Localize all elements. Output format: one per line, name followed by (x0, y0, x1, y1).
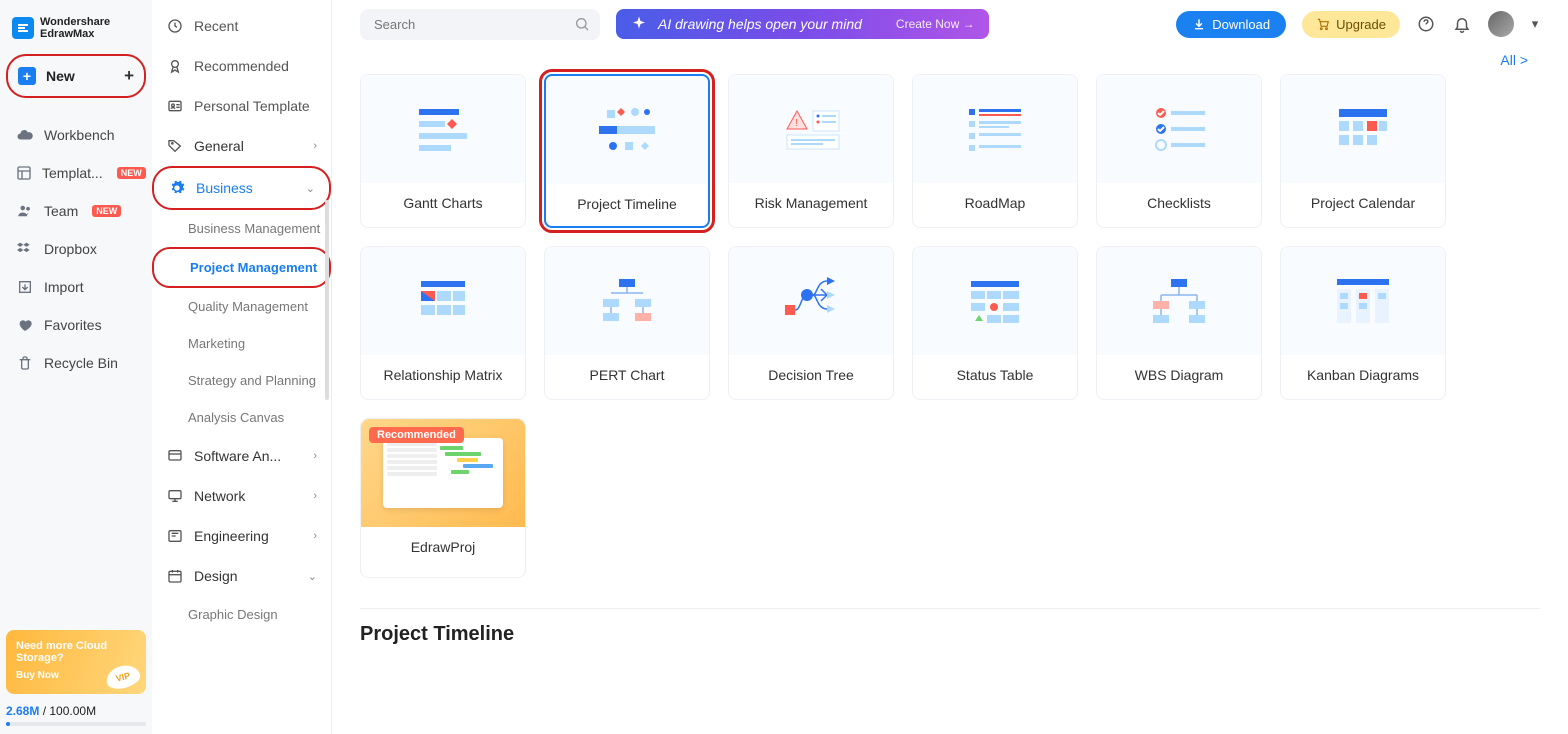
dropbox-icon (16, 240, 34, 258)
logo-text: Wondershare EdrawMax (40, 16, 110, 40)
network-icon (166, 487, 184, 505)
template-project-timeline[interactable]: Project Timeline (544, 74, 710, 228)
cat-software[interactable]: Software An... › (152, 436, 331, 476)
main-area: AI drawing helps open your mind Create N… (332, 0, 1568, 734)
cat-network[interactable]: Network › (152, 476, 331, 516)
vip-chip-icon: VIP (104, 662, 143, 692)
nav-dropbox[interactable]: Dropbox (6, 230, 146, 268)
user-avatar[interactable] (1488, 11, 1514, 37)
plus-icon: + (18, 67, 36, 85)
cat-business[interactable]: Business ⌄ (152, 166, 331, 210)
software-icon (166, 447, 184, 465)
cloud-storage-promo[interactable]: Need more Cloud Storage? Buy Now VIP (6, 630, 146, 694)
chevron-right-icon: › (313, 490, 317, 502)
bell-icon[interactable] (1452, 14, 1472, 34)
tag-icon (166, 137, 184, 155)
template-project-calendar[interactable]: Project Calendar (1280, 74, 1446, 228)
cat-graphic-design[interactable]: Graphic Design (152, 596, 331, 633)
cat-marketing[interactable]: Marketing (152, 325, 331, 362)
template-pert-chart[interactable]: PERT Chart (544, 246, 710, 400)
nav-recycle[interactable]: Recycle Bin (6, 344, 146, 382)
help-icon[interactable] (1416, 14, 1436, 34)
left-sidebar: Wondershare EdrawMax + New + Workbench T… (0, 0, 152, 734)
import-icon (16, 278, 34, 296)
calendar-icon (166, 567, 184, 585)
upgrade-button[interactable]: Upgrade (1302, 11, 1400, 38)
template-checklists[interactable]: Checklists (1096, 74, 1262, 228)
ribbon-icon (166, 57, 184, 75)
cat-project-management[interactable]: Project Management (152, 247, 331, 288)
template-relationship-matrix[interactable]: Relationship Matrix (360, 246, 526, 400)
chevron-right-icon: › (313, 530, 317, 542)
search-input[interactable] (360, 9, 600, 40)
cat-general[interactable]: General › (152, 126, 331, 166)
cat-strategy-planning[interactable]: Strategy and Planning (152, 362, 331, 399)
chevron-down-icon: ⌄ (306, 182, 315, 195)
template-kanban-diagrams[interactable]: Kanban Diagrams (1280, 246, 1446, 400)
template-decision-tree[interactable]: Decision Tree (728, 246, 894, 400)
cat-design[interactable]: Design ⌄ (152, 556, 331, 596)
template-status-table[interactable]: Status Table (912, 246, 1078, 400)
edrawproj-thumb (383, 438, 503, 508)
template-edrawproj[interactable]: Recommended EdrawProj (360, 418, 526, 578)
template-roadmap[interactable]: RoadMap (912, 74, 1078, 228)
trash-icon (16, 354, 34, 372)
cat-recommended[interactable]: Recommended (152, 46, 331, 86)
template-icon (16, 164, 32, 182)
cat-quality-management[interactable]: Quality Management (152, 288, 331, 325)
clock-icon (166, 17, 184, 35)
chevron-right-icon: › (313, 140, 317, 152)
section-title: Project Timeline (332, 623, 1568, 656)
plus-trailing-icon: + (124, 66, 134, 86)
storage-meter: 2.68M / 100.00M (6, 704, 146, 726)
cat-recent[interactable]: Recent (152, 6, 331, 46)
download-button[interactable]: Download (1176, 11, 1286, 38)
nav-team[interactable]: Team NEW (6, 192, 146, 230)
template-gantt-charts[interactable]: Gantt Charts (360, 74, 526, 228)
nav-workbench[interactable]: Workbench (6, 116, 146, 154)
cat-business-management[interactable]: Business Management (152, 210, 331, 247)
engineering-icon (166, 527, 184, 545)
logo-icon (12, 17, 34, 39)
nav-import[interactable]: Import (6, 268, 146, 306)
download-icon (1192, 17, 1206, 31)
caret-down-icon[interactable]: ▾ (1530, 14, 1540, 34)
cat-personal-template[interactable]: Personal Template (152, 86, 331, 126)
heart-icon (16, 316, 34, 334)
topbar: AI drawing helps open your mind Create N… (332, 0, 1568, 48)
chevron-down-icon: ⌄ (308, 570, 317, 583)
svg-text:!: ! (795, 118, 798, 129)
app-logo: Wondershare EdrawMax (6, 8, 146, 54)
sparkle-icon (630, 15, 648, 33)
team-icon (16, 202, 34, 220)
category-panel: Recent Recommended Personal Template Gen… (152, 0, 332, 734)
cat-analysis-canvas[interactable]: Analysis Canvas (152, 399, 331, 436)
badge-new: NEW (117, 167, 146, 179)
person-card-icon (166, 97, 184, 115)
scrollbar[interactable] (325, 200, 329, 400)
recommended-badge: Recommended (369, 427, 464, 443)
nav-favorites[interactable]: Favorites (6, 306, 146, 344)
all-link[interactable]: All > (1500, 52, 1528, 68)
nav-new[interactable]: + New + (6, 54, 146, 98)
template-risk-management[interactable]: ! Risk Management (728, 74, 894, 228)
nav-templates[interactable]: Templat... NEW (6, 154, 146, 192)
badge-new: NEW (92, 205, 121, 217)
cat-engineering[interactable]: Engineering › (152, 516, 331, 556)
template-wbs-diagram[interactable]: WBS Diagram (1096, 246, 1262, 400)
search-icon[interactable] (574, 16, 590, 35)
ai-drawing-banner[interactable]: AI drawing helps open your mind Create N… (616, 9, 989, 39)
cart-icon (1316, 17, 1330, 31)
template-grid: Gantt Charts Project Timeline ! Risk Man… (332, 74, 1568, 578)
search-input-wrapper (360, 9, 600, 40)
cloud-icon (16, 126, 34, 144)
chevron-right-icon: › (313, 450, 317, 462)
gear-icon (168, 179, 186, 197)
